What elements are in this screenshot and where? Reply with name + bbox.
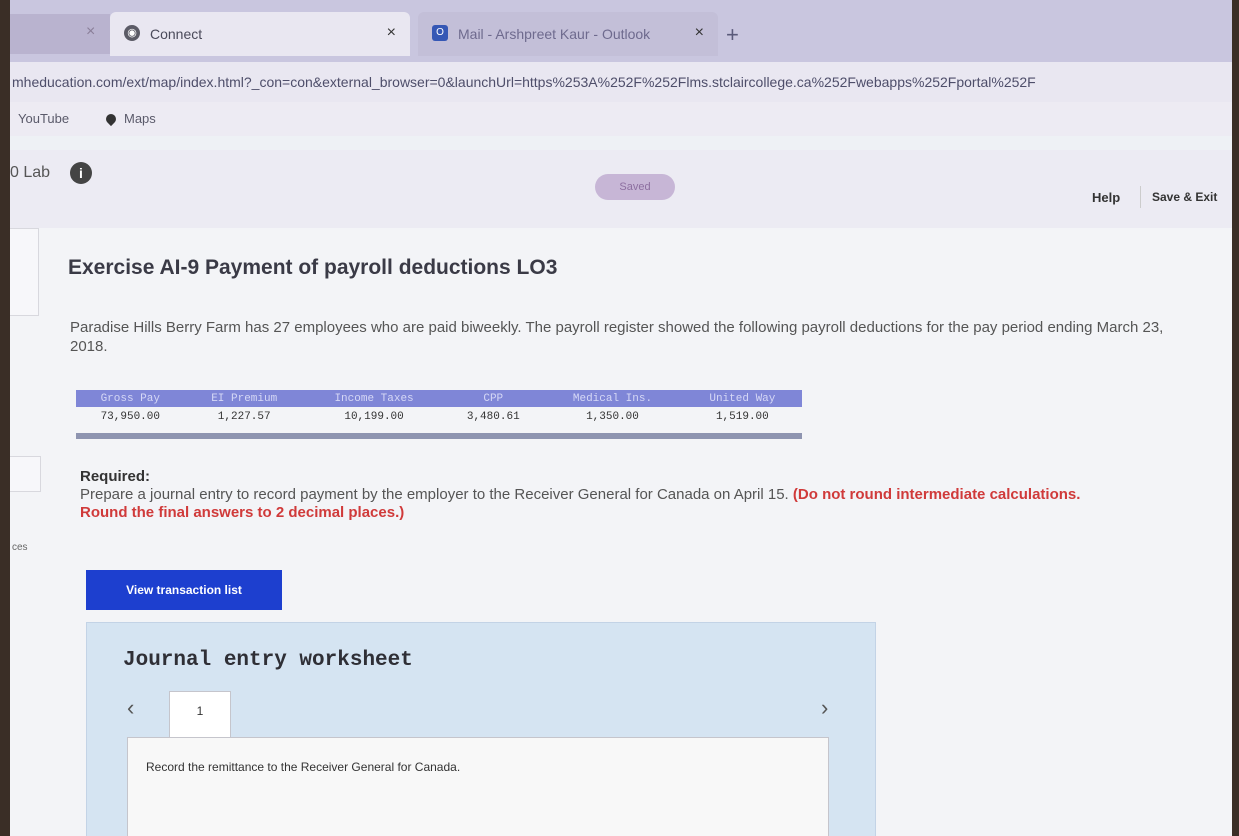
chevron-right-icon[interactable]: › xyxy=(821,695,828,721)
url-text: mheducation.com/ext/map/index.html?_con=… xyxy=(12,74,1036,90)
table-header: Medical Ins. xyxy=(542,390,683,407)
table-cell: 3,480.61 xyxy=(444,407,543,426)
browser-tab-strip: × ◉ Connect × O Mail - Arshpreet Kaur - … xyxy=(10,0,1232,62)
table-header: EI Premium xyxy=(184,390,304,407)
table-cell: 10,199.00 xyxy=(303,407,445,426)
tab-connect[interactable]: ◉ Connect × xyxy=(110,12,410,56)
bookmark-label: Maps xyxy=(124,111,156,126)
table-header: Income Taxes xyxy=(303,390,445,407)
main-content: ces Exercise AI-9 Payment of payroll ded… xyxy=(10,228,1232,836)
exercise-title: Exercise AI-9 Payment of payroll deducti… xyxy=(68,256,558,279)
table-cell: 1,519.00 xyxy=(682,407,802,426)
instructions: Prepare a journal entry to record paymen… xyxy=(80,486,1120,522)
previous-tab[interactable]: × xyxy=(10,14,110,54)
close-icon[interactable]: × xyxy=(695,24,704,42)
table-cell: 73,950.00 xyxy=(76,407,185,426)
table-header: CPP xyxy=(444,390,543,407)
help-link[interactable]: Help xyxy=(1092,190,1120,205)
new-tab-icon[interactable]: + xyxy=(726,22,739,48)
table-footer-rule xyxy=(76,433,802,439)
outlook-icon: O xyxy=(432,25,448,41)
tab-title: Connect xyxy=(150,26,203,42)
required-label: Required: xyxy=(80,468,151,485)
app-header: 0 Lab i Saved Help Save & Exit xyxy=(10,150,1232,228)
screen: × ◉ Connect × O Mail - Arshpreet Kaur - … xyxy=(10,0,1232,836)
view-transaction-list-button[interactable]: View transaction list xyxy=(86,570,282,610)
save-exit-button[interactable]: Save & Exit xyxy=(1152,190,1217,204)
instruction-text: Prepare a journal entry to record paymen… xyxy=(80,486,789,503)
close-icon[interactable]: × xyxy=(86,23,95,41)
tab-outlook[interactable]: O Mail - Arshpreet Kaur - Outlook × xyxy=(418,12,718,56)
header-divider xyxy=(1140,186,1141,208)
sidebar-panel[interactable] xyxy=(10,228,39,316)
worksheet-panel: Record the remittance to the Receiver Ge… xyxy=(127,737,829,836)
bookmark-youtube[interactable]: YouTube xyxy=(18,111,69,126)
worksheet-description: Record the remittance to the Receiver Ge… xyxy=(146,760,461,774)
address-bar[interactable]: mheducation.com/ext/map/index.html?_con=… xyxy=(10,62,1232,102)
table-header-row: Gross Pay EI Premium Income Taxes CPP Me… xyxy=(76,390,802,407)
journal-entry-worksheet: Journal entry worksheet ‹ 1 › Record the… xyxy=(86,622,876,836)
worksheet-step-tab[interactable]: 1 xyxy=(169,691,231,740)
lab-title: 0 Lab xyxy=(10,164,51,181)
table-row: 73,950.00 1,227.57 10,199.00 3,480.61 1,… xyxy=(76,407,802,426)
worksheet-title: Journal entry worksheet xyxy=(123,649,413,672)
chevron-left-icon[interactable]: ‹ xyxy=(127,695,134,721)
bookmark-maps[interactable]: Maps xyxy=(103,111,156,127)
table-cell: 1,227.57 xyxy=(184,407,304,426)
connect-icon: ◉ xyxy=(124,25,140,41)
close-icon[interactable]: × xyxy=(387,24,396,42)
table-header: Gross Pay xyxy=(76,390,185,407)
info-icon[interactable]: i xyxy=(70,162,92,184)
bookmarks-bar: YouTube Maps xyxy=(10,102,1232,136)
payroll-deductions-table: Gross Pay EI Premium Income Taxes CPP Me… xyxy=(76,390,802,426)
saved-status-badge: Saved xyxy=(595,174,675,200)
map-pin-icon xyxy=(103,111,119,127)
problem-text: Paradise Hills Berry Farm has 27 employe… xyxy=(70,319,1164,355)
table-cell: 1,350.00 xyxy=(542,407,683,426)
tab-title: Mail - Arshpreet Kaur - Outlook xyxy=(458,26,651,42)
table-header: United Way xyxy=(682,390,802,407)
sidebar-label: ces xyxy=(12,542,28,553)
sidebar-panel[interactable] xyxy=(10,456,41,492)
